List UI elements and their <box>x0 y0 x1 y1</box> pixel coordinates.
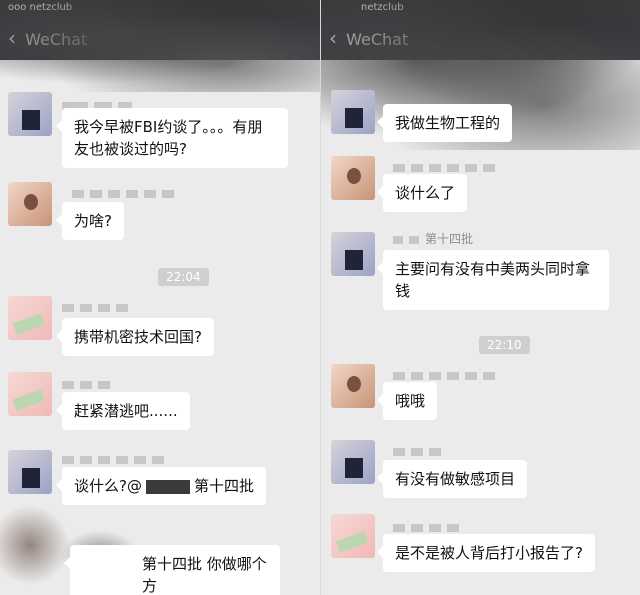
avatar[interactable] <box>8 372 52 416</box>
avatar[interactable] <box>331 514 375 558</box>
message-bubble[interactable]: 有没有做敏感项目 <box>376 460 528 498</box>
message-bubble[interactable]: 是不是被人背后打小报告了? <box>377 534 595 572</box>
avatar[interactable] <box>331 90 375 134</box>
avatar[interactable] <box>331 232 375 276</box>
status-bar: netzclub <box>321 0 640 16</box>
message-bubble[interactable]: 第十四批 你做哪个方 <box>64 545 280 595</box>
carrier-label: ooo netzclub <box>8 2 73 13</box>
sender-name: 第十四批 <box>393 232 473 246</box>
sender-name <box>62 300 134 314</box>
sender-name <box>393 368 501 382</box>
avatar[interactable] <box>8 450 52 494</box>
chat-pane-right: netzclub ‹ WeChat 我做生物工程的 谈什么了 第十四批 主要问有… <box>320 0 640 595</box>
avatar[interactable] <box>8 92 52 136</box>
sender-name <box>393 444 447 458</box>
carrier-label: netzclub <box>361 2 404 13</box>
nav-bar: ‹ WeChat <box>0 16 320 60</box>
nav-bar: ‹ WeChat <box>321 16 640 60</box>
chevron-left-icon: ‹ <box>329 26 337 50</box>
status-bar: ooo netzclub <box>0 0 320 16</box>
sender-name <box>393 160 501 174</box>
timestamp: 22:04 <box>158 268 209 286</box>
message-bubble[interactable]: 谈什么?@ 第十四批 <box>56 467 266 505</box>
message-bubble[interactable]: 哦哦 <box>376 382 438 420</box>
avatar[interactable] <box>331 440 375 484</box>
message-bubble[interactable]: 我做生物工程的 <box>376 104 513 142</box>
message-bubble[interactable]: 主要问有没有中美两头同时拿 钱 <box>377 250 609 310</box>
avatar[interactable] <box>331 156 375 200</box>
message-bubble[interactable]: 我今早被FBI约谈了。。。有朋 友也被谈过的吗? <box>56 108 288 168</box>
sender-name-text: 第十四批 <box>425 232 474 246</box>
back-button[interactable]: ‹ WeChat <box>329 26 408 52</box>
message-text-suffix: 第十四批 <box>193 477 254 495</box>
sender-name <box>72 186 180 200</box>
message-bubble[interactable]: 为啥? <box>56 202 124 240</box>
back-label: WeChat <box>346 30 409 49</box>
message-bubble[interactable]: 赶紧潜逃吧...... <box>56 392 190 430</box>
avatar[interactable] <box>8 182 52 226</box>
back-button[interactable]: ‹ WeChat <box>8 26 87 52</box>
back-label: WeChat <box>25 30 88 49</box>
avatar[interactable] <box>8 296 52 340</box>
avatar[interactable] <box>331 364 375 408</box>
message-bubble[interactable]: 谈什么了 <box>376 174 468 212</box>
message-text-prefix: 谈什么?@ <box>74 477 142 495</box>
sender-name-inline: 第十四批 <box>142 555 203 573</box>
sender-name <box>62 452 170 466</box>
sender-name <box>62 377 116 391</box>
chat-pane-left: ooo netzclub ‹ WeChat 我今早被FBI约谈了。。。有朋 友也… <box>0 0 320 595</box>
timestamp: 22:10 <box>479 336 530 354</box>
chevron-left-icon: ‹ <box>8 26 16 50</box>
sender-name <box>393 520 465 534</box>
redacted-mention <box>145 479 190 494</box>
message-bubble[interactable]: 携带机密技术回国? <box>56 318 214 356</box>
